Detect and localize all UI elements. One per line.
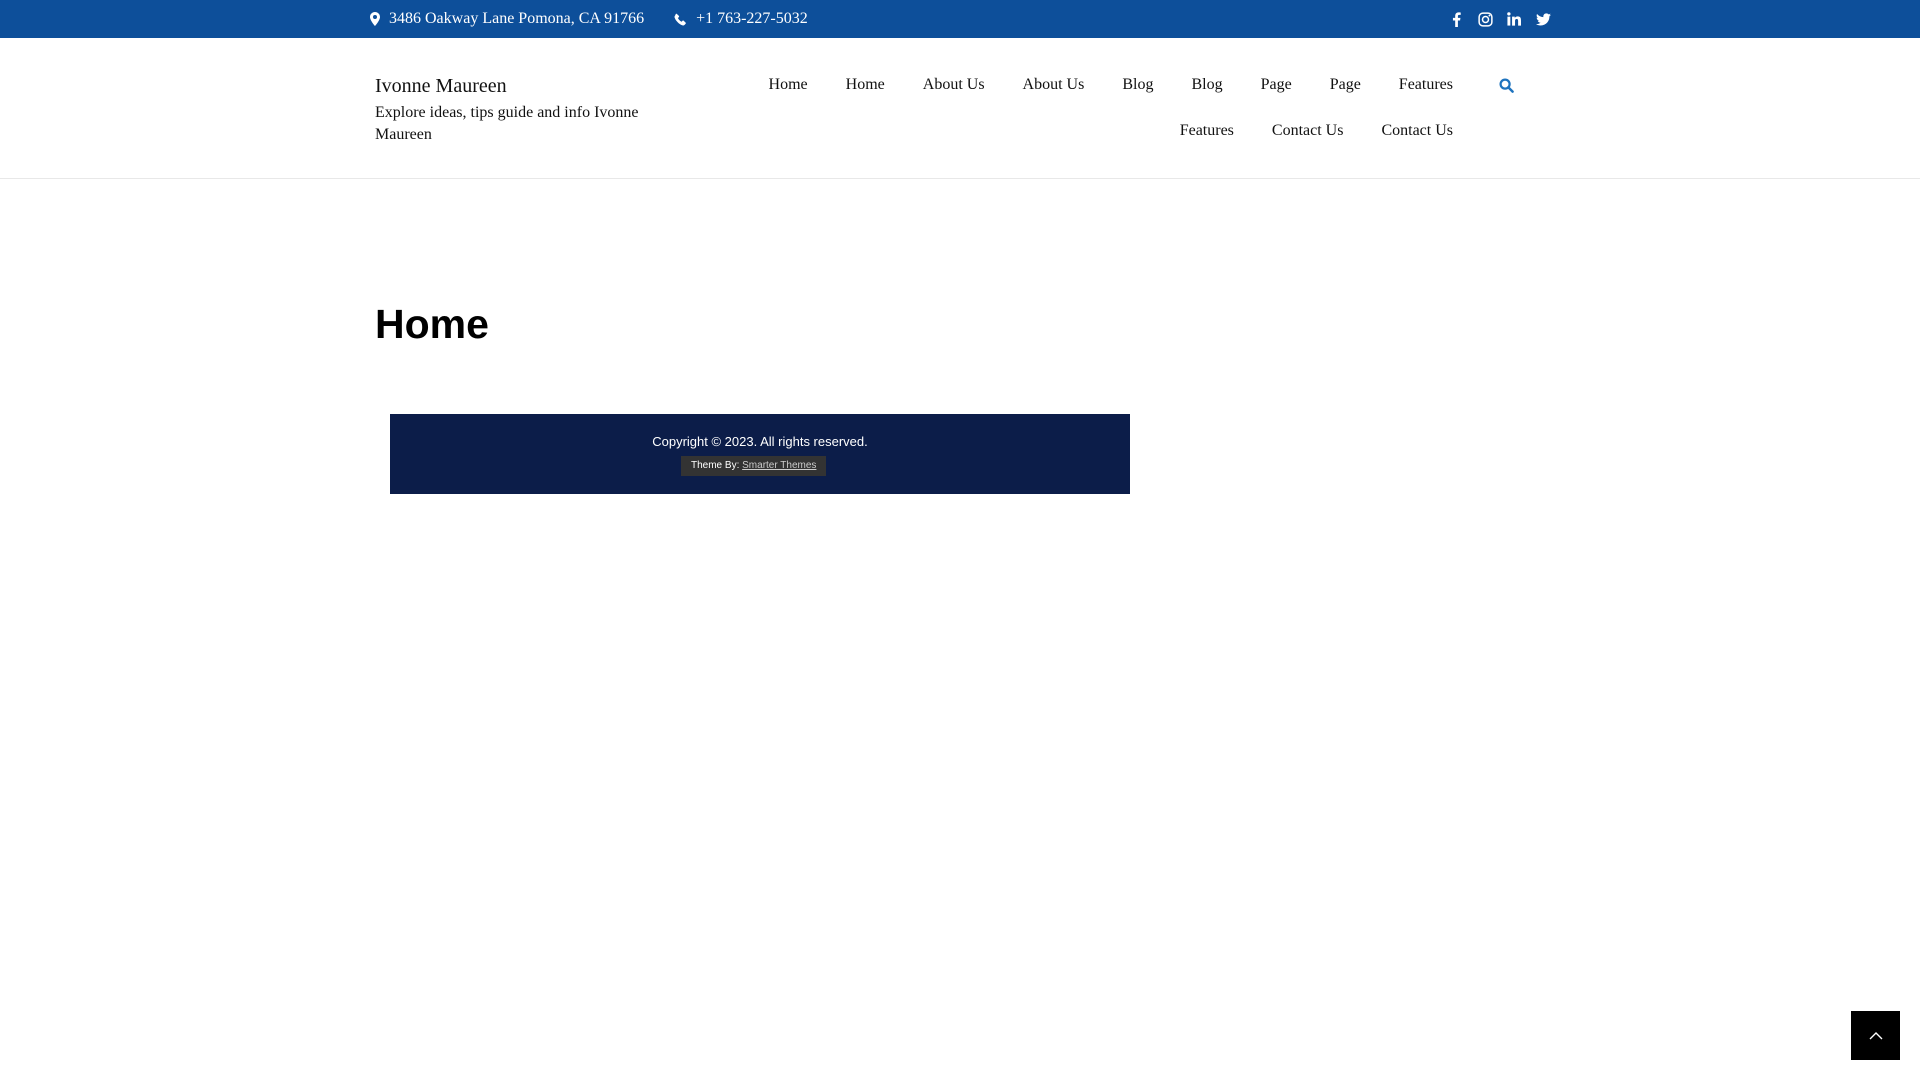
map-marker-icon	[370, 12, 380, 26]
nav-item-page[interactable]: Page	[1261, 76, 1292, 94]
top-bar: 3486 Oakway Lane Pomona, CA 91766 +1 763…	[0, 0, 1920, 38]
contact-info: 3486 Oakway Lane Pomona, CA 91766 +1 763…	[370, 0, 838, 38]
chevron-up-icon	[1869, 1032, 1882, 1040]
nav-item-blog[interactable]: Blog	[1122, 76, 1153, 94]
twitter-icon[interactable]	[1535, 11, 1551, 27]
main-nav-row-1: Home Home About Us About Us Blog Blog Pa…	[769, 72, 1453, 98]
theme-credit: Theme By: Smarter Themes	[681, 456, 827, 476]
nav-item-about-us[interactable]: About Us	[1023, 76, 1085, 94]
nav-item-home[interactable]: Home	[769, 76, 808, 94]
site-tagline: Explore ideas, tips guide and info Ivonn…	[375, 104, 639, 143]
nav-item-page[interactable]: Page	[1330, 76, 1361, 94]
site-footer: Copyright © 2023. All rights reserved. T…	[390, 414, 1130, 494]
address-item: 3486 Oakway Lane Pomona, CA 91766	[370, 10, 644, 28]
nav-item-features[interactable]: Features	[1399, 76, 1453, 94]
facebook-icon[interactable]	[1448, 11, 1464, 27]
nav-item-contact-us[interactable]: Contact Us	[1272, 122, 1344, 140]
credit-prefix: Theme By:	[691, 460, 740, 471]
nav-item-about-us[interactable]: About Us	[923, 76, 985, 94]
copyright-text: Copyright © 2023. All rights reserved.	[652, 434, 868, 449]
instagram-icon[interactable]	[1477, 11, 1493, 27]
nav-item-home[interactable]: Home	[846, 76, 885, 94]
nav-item-blog[interactable]: Blog	[1191, 76, 1222, 94]
main-nav-row-2: Features Contact Us Contact Us	[1180, 118, 1453, 144]
nav-item-features[interactable]: Features	[1180, 122, 1234, 140]
site-header: Ivonne Maureen Explore ideas, tips guide…	[0, 38, 1920, 179]
nav-item-contact-us[interactable]: Contact Us	[1381, 122, 1453, 140]
scroll-to-top-button[interactable]	[1851, 1011, 1900, 1060]
search-button[interactable]	[1497, 76, 1515, 94]
phone-text[interactable]: +1 763-227-5032	[696, 10, 808, 28]
social-links	[1448, 0, 1564, 38]
phone-icon	[674, 13, 686, 25]
page-title: Home	[375, 301, 489, 347]
search-icon	[1498, 77, 1514, 93]
phone-item: +1 763-227-5032	[674, 10, 808, 28]
site-branding: Ivonne Maureen Explore ideas, tips guide…	[375, 74, 675, 146]
theme-credit-link[interactable]: Smarter Themes	[742, 460, 816, 471]
address-text: 3486 Oakway Lane Pomona, CA 91766	[389, 10, 645, 27]
linkedin-icon[interactable]	[1506, 11, 1522, 27]
site-title[interactable]: Ivonne Maureen	[375, 74, 675, 98]
